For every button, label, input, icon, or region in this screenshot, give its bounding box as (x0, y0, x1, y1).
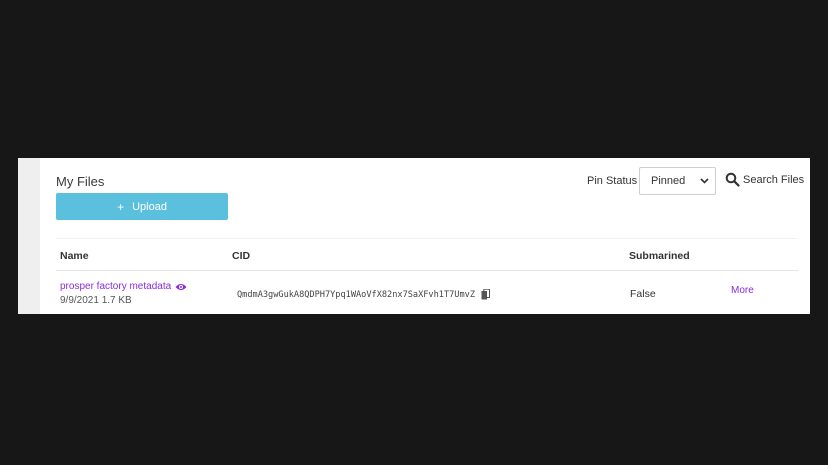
table-row: prosper factory metadata 9/9/2021 1.7 KB… (56, 272, 798, 314)
files-panel: My Files + Upload Pin Status Pinned Sear… (18, 158, 810, 314)
upload-button-label: Upload (132, 200, 167, 213)
pin-status-value: Pinned (651, 175, 686, 187)
cid-value: QmdmA3gwGukA8QDPH7Ypq1WAoVfX82nx7SaXFvh1… (237, 289, 475, 300)
column-header-cid: CID (232, 250, 251, 262)
file-name-link[interactable]: prosper factory metadata (60, 281, 187, 292)
more-link[interactable]: More (731, 285, 754, 296)
search-files-label: Search Files (743, 173, 805, 186)
left-gutter (18, 158, 40, 314)
table-header: Name CID Submarined (56, 238, 798, 271)
upload-button[interactable]: + Upload (56, 193, 228, 220)
page-title: My Files (56, 174, 105, 189)
file-name: prosper factory metadata (60, 281, 172, 292)
cid-cell: QmdmA3gwGukA8QDPH7Ypq1WAoVfX82nx7SaXFvh1… (237, 289, 490, 300)
copy-icon[interactable] (481, 289, 490, 300)
search-files-button[interactable]: Search Files (725, 172, 804, 187)
search-icon (725, 172, 740, 187)
pin-status-select[interactable]: Pinned (639, 167, 716, 195)
column-header-name: Name (60, 250, 89, 262)
file-meta: 9/9/2021 1.7 KB (60, 295, 132, 306)
eye-icon[interactable] (175, 283, 187, 291)
pin-status-label: Pin Status (587, 175, 638, 187)
submarined-value: False (630, 288, 656, 300)
plus-icon: + (117, 199, 125, 214)
chevron-down-icon (700, 178, 709, 184)
column-header-submarined: Submarined (629, 250, 690, 262)
